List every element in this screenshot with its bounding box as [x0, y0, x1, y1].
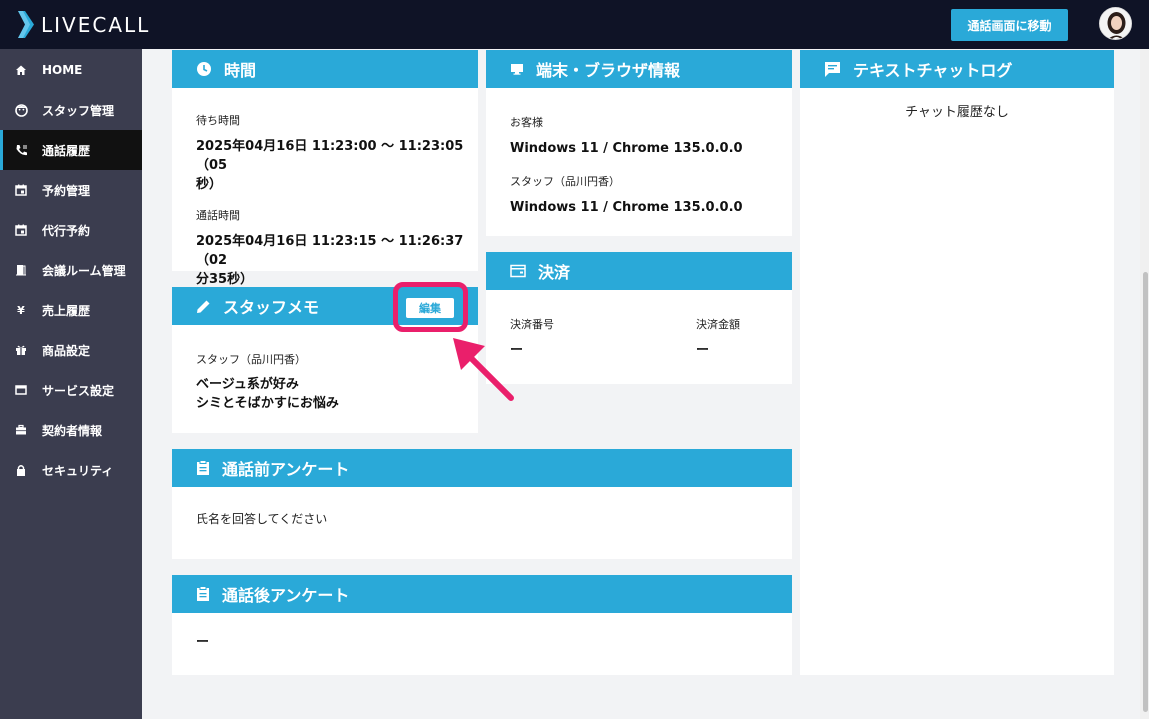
- sidebar-item-product-settings[interactable]: 商品設定: [0, 330, 142, 370]
- sidebar-item-call-history[interactable]: 通話履歴: [0, 130, 142, 170]
- gift-icon: [14, 343, 28, 357]
- post-survey-value: ー: [196, 635, 210, 650]
- sidebar-item-label: 売上履歴: [42, 303, 91, 318]
- calendar-icon: [14, 183, 28, 197]
- pencil-icon: [197, 300, 210, 313]
- card-title: テキストチャットログ: [853, 61, 1013, 80]
- memo-text: ベージュ系が好み シミとそばかすにお悩み: [196, 375, 478, 413]
- staff-device-value: Windows 11 / Chrome 135.0.0.0: [510, 200, 743, 215]
- post-survey-header: 通話後アンケート: [172, 575, 792, 613]
- wait-time-value-line: 2025年04月16日 11:23:00 〜 11:23:05（05: [196, 139, 464, 173]
- sidebar-item-label: サービス設定: [42, 383, 115, 398]
- door-icon: [14, 263, 28, 277]
- briefcase-icon: [14, 423, 28, 437]
- post-call-survey-card: 通話後アンケート ー: [172, 575, 792, 675]
- sidebar-item-label: 予約管理: [42, 183, 91, 198]
- sidebar-item-proxy-reservation[interactable]: 代行予約: [0, 210, 142, 250]
- card-title: 時間: [224, 61, 257, 80]
- sidebar-item-label: 代行予約: [42, 223, 91, 238]
- yen-icon: ¥: [17, 303, 25, 317]
- avatar-portrait-icon: [1100, 8, 1131, 39]
- sidebar-item-label: 契約者情報: [42, 423, 103, 438]
- window-icon: [14, 383, 28, 397]
- move-to-call-screen-button[interactable]: 通話画面に移動: [951, 9, 1068, 41]
- calendar-icon: [14, 223, 28, 237]
- memo-author: スタッフ（品川円香）: [196, 353, 306, 366]
- card-title: 通話前アンケート: [222, 460, 350, 479]
- memo-line: シミとそばかすにお悩み: [196, 396, 339, 411]
- payment-amount-value: ー: [696, 343, 710, 358]
- sidebar-item-sales-history[interactable]: ¥ 売上履歴: [0, 290, 142, 330]
- edit-button-highlight: [393, 282, 468, 332]
- time-card-header: 時間: [172, 50, 478, 88]
- sidebar-item-service-settings[interactable]: サービス設定: [0, 370, 142, 410]
- wait-time-value-line: 秒）: [196, 177, 223, 192]
- chat-card-header: テキストチャットログ: [800, 50, 1114, 88]
- card-title: スタッフメモ: [223, 298, 320, 317]
- call-time-value: 2025年04月16日 11:23:15 〜 11:26:37（02 分35秒）: [196, 232, 478, 289]
- staff-device-label: スタッフ（品川円香）: [510, 175, 620, 188]
- card-title: 決済: [538, 263, 571, 282]
- pre-call-survey-card: 通話前アンケート 氏名を回答してください: [172, 449, 792, 559]
- scrollbar-thumb[interactable]: [1143, 272, 1148, 712]
- sidebar-item-label: HOME: [42, 63, 83, 77]
- pointer-arrow-icon: [453, 338, 514, 401]
- payment-amount-label: 決済金額: [696, 318, 740, 331]
- call-time-label: 通話時間: [196, 209, 240, 222]
- card-title: 端末・ブラウザ情報: [536, 61, 681, 80]
- phone-log-icon: [14, 143, 28, 157]
- text-chat-log-card: テキストチャットログ チャット履歴なし: [800, 50, 1114, 675]
- face-icon: [14, 103, 28, 117]
- pre-survey-question: 氏名を回答してください: [196, 512, 328, 526]
- home-icon: [14, 63, 28, 77]
- chat-empty-text: チャット履歴なし: [905, 105, 1009, 120]
- top-bar: LIVECALL 通話画面に移動: [0, 0, 1149, 49]
- clipboard-icon: [197, 460, 209, 475]
- sidebar-item-label: 通話履歴: [42, 143, 91, 158]
- sidebar-item-reservation[interactable]: 予約管理: [0, 170, 142, 210]
- chat-bubble-icon: [825, 61, 840, 77]
- customer-label: お客様: [510, 116, 543, 129]
- payment-card: 決済 決済番号 ー 決済金額 ー: [486, 252, 792, 384]
- call-time-value-line: 2025年04月16日 11:23:15 〜 11:26:37（02: [196, 234, 464, 268]
- wallet-icon: [510, 264, 526, 278]
- device-card-header: 端末・ブラウザ情報: [486, 50, 792, 88]
- device-browser-card: 端末・ブラウザ情報 お客様 Windows 11 / Chrome 135.0.…: [486, 50, 792, 236]
- sidebar-item-contractor-info[interactable]: 契約者情報: [0, 410, 142, 450]
- monitor-icon: [511, 64, 523, 75]
- sidebar-item-label: スタッフ管理: [42, 103, 115, 118]
- sidebar-item-label: 会議ルーム管理: [42, 263, 126, 278]
- lock-icon: [14, 463, 28, 477]
- logo-text: LIVECALL: [41, 12, 151, 37]
- card-title: 通話後アンケート: [222, 586, 350, 605]
- sidebar: HOME スタッフ管理 通話履歴 予約管理 代行予約 会議ルーム管理 ¥ 売上履…: [0, 49, 142, 719]
- wait-time-value: 2025年04月16日 11:23:00 〜 11:23:05（05 秒）: [196, 137, 478, 194]
- sidebar-item-security[interactable]: セキュリティ: [0, 450, 142, 490]
- clipboard-icon: [197, 586, 209, 601]
- livecall-logo[interactable]: LIVECALL: [18, 11, 150, 38]
- logo-mark-icon: [18, 11, 34, 38]
- sidebar-item-home[interactable]: HOME: [0, 50, 142, 90]
- sidebar-item-label: セキュリティ: [42, 463, 114, 478]
- memo-line: ベージュ系が好み: [196, 377, 299, 392]
- pre-survey-header: 通話前アンケート: [172, 449, 792, 487]
- clock-icon: [197, 62, 211, 76]
- customer-device-value: Windows 11 / Chrome 135.0.0.0: [510, 141, 743, 156]
- wait-time-label: 待ち時間: [196, 114, 240, 127]
- payment-card-header: 決済: [486, 252, 792, 290]
- user-avatar[interactable]: [1099, 7, 1132, 40]
- sidebar-item-meeting-room[interactable]: 会議ルーム管理: [0, 250, 142, 290]
- sidebar-item-label: 商品設定: [42, 343, 91, 358]
- sidebar-item-staff[interactable]: スタッフ管理: [0, 90, 142, 130]
- time-card: 時間 待ち時間 2025年04月16日 11:23:00 〜 11:23:05（…: [172, 50, 478, 287]
